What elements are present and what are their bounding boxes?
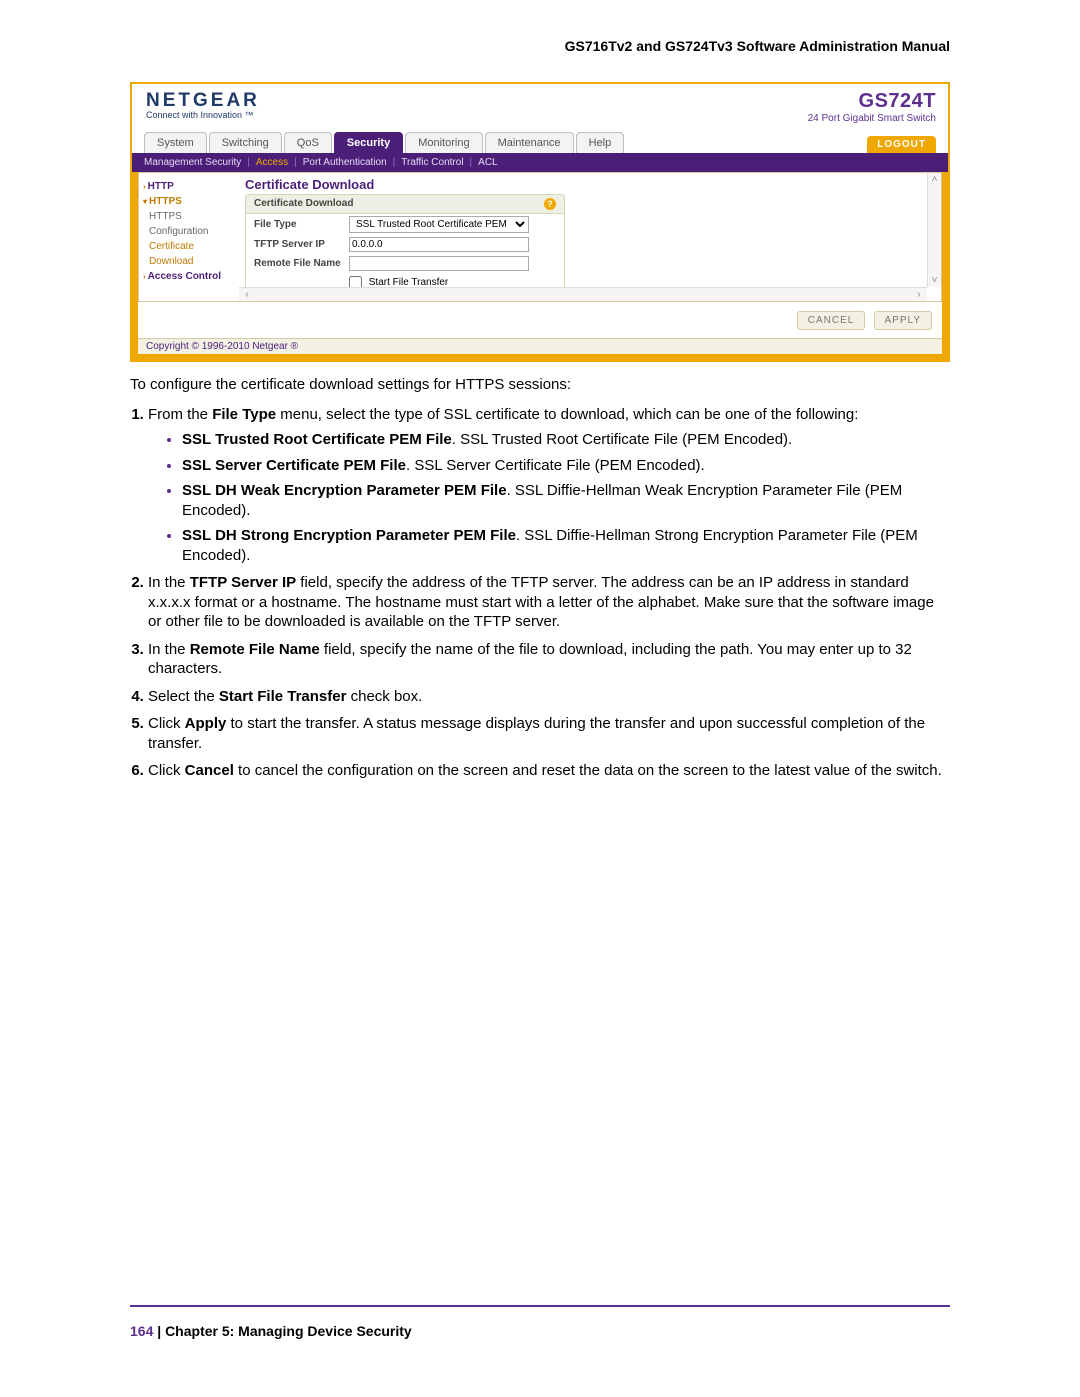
bullet-ssl-dh-strong: SSL DH Strong Encryption Parameter PEM F…: [182, 526, 950, 565]
apply-button[interactable]: APPLY: [874, 311, 933, 330]
step-2: In the TFTP Server IP field, specify the…: [148, 573, 950, 632]
page-footer: 164 | Chapter 5: Managing Device Securit…: [130, 1323, 412, 1339]
panel-box-title: Certificate Download: [254, 198, 353, 210]
horizontal-scrollbar[interactable]: ‹ ›: [239, 287, 927, 301]
sidebar-https-config[interactable]: HTTPS Configuration: [143, 209, 235, 239]
remote-file-input[interactable]: [349, 256, 529, 271]
vertical-scrollbar[interactable]: ˄ ˅: [927, 173, 941, 287]
bullet-ssl-server: SSL Server Certificate PEM File. SSL Ser…: [182, 456, 950, 476]
scroll-right-icon[interactable]: ›: [913, 289, 925, 300]
intro-paragraph: To configure the certificate download se…: [130, 376, 950, 395]
subtab-traffic-ctrl[interactable]: Traffic Control: [401, 157, 463, 168]
tab-monitoring[interactable]: Monitoring: [405, 132, 482, 153]
scroll-up-icon[interactable]: ˄: [932, 173, 938, 186]
subtab-port-auth[interactable]: Port Authentication: [303, 157, 387, 168]
scroll-down-icon[interactable]: ˅: [932, 274, 938, 287]
help-icon[interactable]: ?: [544, 198, 556, 210]
file-type-select[interactable]: SSL Trusted Root Certificate PEM File: [349, 216, 529, 233]
tab-security[interactable]: Security: [334, 132, 403, 153]
remote-file-label: Remote File Name: [254, 258, 349, 269]
logout-button[interactable]: LOGOUT: [867, 136, 936, 153]
tab-switching[interactable]: Switching: [209, 132, 282, 153]
sidebar-access-control[interactable]: Access Control: [148, 271, 221, 282]
file-type-label: File Type: [254, 219, 349, 230]
screenshot-netgear-ui: NETGEAR Connect with Innovation ™ GS724T…: [130, 82, 950, 362]
brand-logo: NETGEAR: [146, 90, 260, 112]
sidebar: ›HTTP ▾HTTPS HTTPS Configuration Certifi…: [139, 173, 239, 301]
sidebar-http[interactable]: HTTP: [148, 181, 174, 192]
copyright: Copyright © 1996-2010 Netgear ®: [138, 338, 942, 354]
step-1: From the File Type menu, select the type…: [148, 405, 950, 566]
tab-qos[interactable]: QoS: [284, 132, 332, 153]
scroll-left-icon[interactable]: ‹: [241, 289, 253, 300]
bullet-ssl-root: SSL Trusted Root Certificate PEM File. S…: [182, 430, 950, 450]
footer-rule: [130, 1305, 950, 1307]
tab-help[interactable]: Help: [576, 132, 625, 153]
step-3: In the Remote File Name field, specify t…: [148, 640, 950, 679]
brand-tagline: Connect with Innovation ™: [146, 110, 260, 120]
sidebar-https[interactable]: HTTPS: [149, 196, 182, 207]
manual-header: GS716Tv2 and GS724Tv3 Software Administr…: [130, 38, 950, 54]
step-6: Click Cancel to cancel the configuration…: [148, 761, 950, 781]
cancel-button[interactable]: CANCEL: [797, 311, 866, 330]
step-4: Select the Start File Transfer check box…: [148, 687, 950, 707]
subtab-access[interactable]: Access: [256, 157, 288, 168]
model-name: GS724T: [808, 90, 936, 113]
subtab-mgmt-security[interactable]: Management Security: [144, 157, 241, 168]
model-sub: 24 Port Gigabit Smart Switch: [808, 113, 936, 124]
sidebar-cert-download[interactable]: Certificate Download: [143, 239, 235, 269]
bullet-ssl-dh-weak: SSL DH Weak Encryption Parameter PEM Fil…: [182, 481, 950, 520]
tab-maintenance[interactable]: Maintenance: [485, 132, 574, 153]
subtab-acl[interactable]: ACL: [478, 157, 497, 168]
tab-system[interactable]: System: [144, 132, 207, 153]
panel-title: Certificate Download: [245, 177, 935, 192]
tftp-label: TFTP Server IP: [254, 239, 349, 250]
tftp-input[interactable]: [349, 237, 529, 252]
step-5: Click Apply to start the transfer. A sta…: [148, 714, 950, 753]
